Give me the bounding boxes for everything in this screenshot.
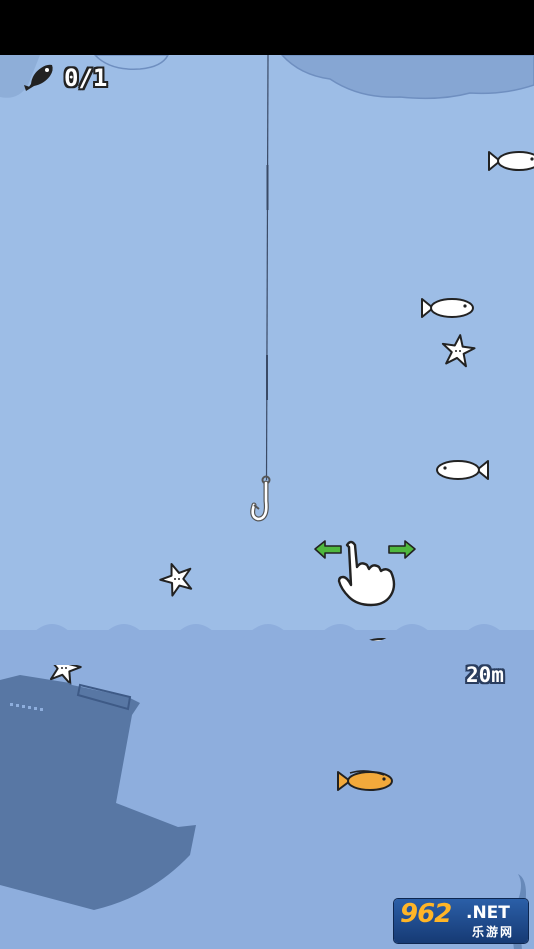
watermark-chinese: 乐游网 — [472, 925, 515, 939]
fish-icon — [436, 460, 489, 480]
watermark-logo: 962 .NET 乐游网 — [394, 899, 528, 943]
fishing-hook-icon[interactable] — [246, 473, 286, 529]
depth-indicator: 20m — [466, 663, 504, 687]
arrow-left-icon — [314, 540, 342, 559]
pointing-hand-icon — [337, 540, 396, 607]
fish-icon — [421, 298, 474, 318]
fish-icon — [488, 151, 534, 171]
watermark-number: 962 — [400, 899, 452, 929]
fish-silhouette-icon — [24, 64, 53, 91]
fishing-line — [265, 55, 269, 481]
tutorial-hand — [314, 540, 416, 607]
water-scene[interactable]: 0/1 20m — [0, 55, 534, 949]
game-screen[interactable]: 0/1 20m 962 .NET 乐游网 — [0, 0, 534, 949]
catch-counter: 0/1 — [22, 61, 107, 95]
starfish-icon — [441, 334, 476, 368]
depth-wave — [0, 624, 534, 665]
goldfish-icon — [337, 770, 393, 791]
status-bar — [0, 0, 534, 55]
arrow-right-icon — [388, 540, 416, 559]
sunken-ship — [0, 675, 196, 910]
watermark-suffix: .NET — [466, 903, 510, 923]
catch-count-text: 0/1 — [64, 64, 108, 92]
starfish-icon — [159, 562, 193, 597]
